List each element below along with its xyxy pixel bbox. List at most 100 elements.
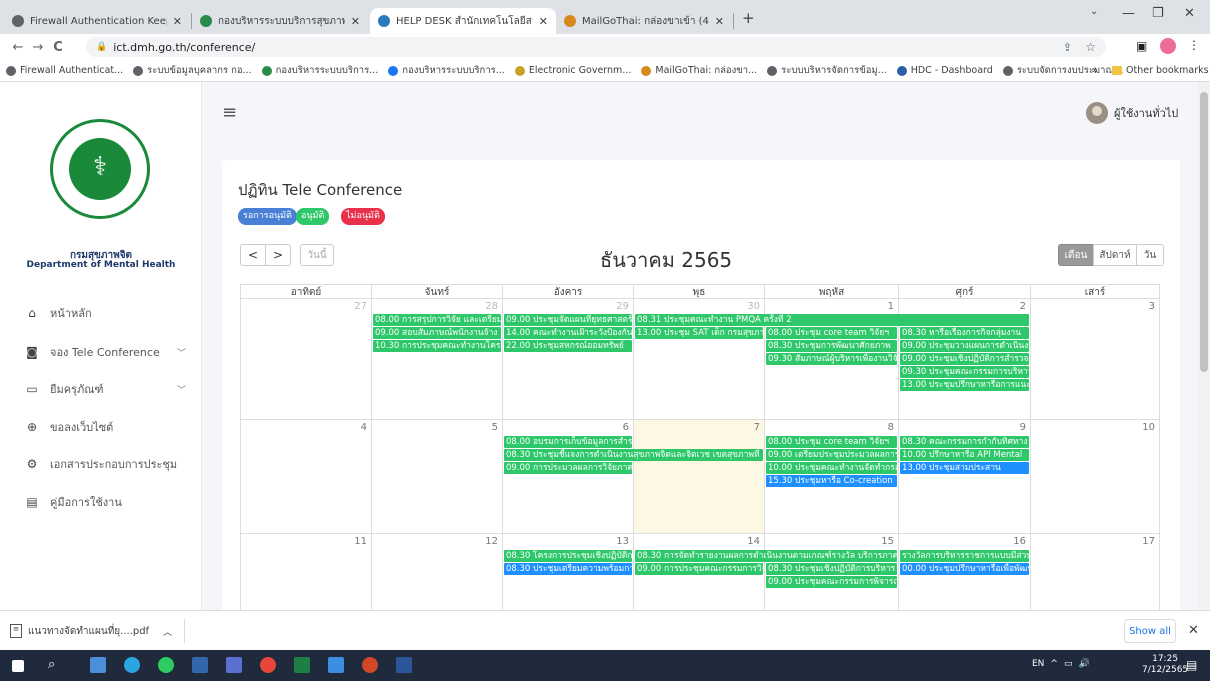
calendar-event[interactable]: 09.00 สอบสัมภาษณ์พนักงานจ้าง — [373, 327, 501, 339]
day-cell[interactable]: 3 — [1031, 298, 1160, 420]
user-menu[interactable]: ผู้ใช้งานทั่วไป — [1086, 102, 1178, 124]
calendar-event[interactable]: 14.00 คณะทำงานเฝ้าระวังป้องกัน — [504, 327, 632, 339]
calendar-event[interactable]: 09.00 เตรียมประชุมประมวลผลการ — [766, 449, 897, 461]
new-tab-button[interactable]: + — [742, 9, 755, 27]
calendar-event[interactable]: 08.30 คณะกรรมการกำกับทิศทาง — [900, 436, 1029, 448]
calendar-event[interactable]: 08.31 ประชุมคณะทำงาน PMQA ครั้งที่ 2 — [635, 314, 1029, 326]
calendar-event[interactable]: 08.30 ประชุมเชิงปฏิบัติการบริหาร — [766, 563, 897, 575]
notification-icon[interactable]: ▤ — [1186, 658, 1197, 672]
word-icon[interactable] — [396, 657, 412, 673]
calendar-event[interactable]: 09.00 ประชุมคณะกรรมการพิจารณา — [766, 576, 897, 588]
calendar-event[interactable]: 15.30 ประชุมหารือ Co-creation — [766, 475, 897, 487]
calendar-event[interactable]: 08.30 ประชุมเตรียมความพร้อมการ — [504, 563, 632, 575]
bookmark-item[interactable]: กองบริหารระบบบริการ... — [261, 63, 378, 78]
day-cell[interactable]: 10 — [1031, 420, 1160, 534]
calendar-event[interactable]: 00.00 ประชุมปรึกษาหารือเพื่อพัฒนา — [900, 563, 1029, 575]
bookmark-item[interactable]: ระบบจัดการงบประมาณ... — [1002, 63, 1123, 78]
other-bookmarks-folder[interactable]: Other bookmarks — [1112, 65, 1209, 76]
browser-tab-active[interactable]: HELP DESK สำนักเทคโนโลยีสารสนเทศ ✕ — [370, 8, 556, 34]
chevron-up-icon[interactable]: ︿ — [163, 625, 172, 638]
tab-search-icon[interactable]: ⌄ — [1090, 6, 1098, 17]
view-day-button[interactable]: วัน — [1136, 244, 1164, 266]
dictionary-icon[interactable] — [192, 657, 208, 673]
calendar-event[interactable]: 08.30 โครงการประชุมเชิงปฏิบัติการ — [504, 550, 632, 562]
start-icon[interactable] — [12, 660, 24, 672]
browser-menu-icon[interactable]: ⋮ — [1188, 38, 1200, 52]
calendar-event[interactable]: 08.30 หารือเรื่องการกิจกลุ่มงาน — [900, 327, 1029, 339]
calendar-event[interactable]: 08.00 การสรุปการวิจัย และเตรียม — [373, 314, 501, 326]
day-cell[interactable]: 7 — [634, 420, 765, 534]
calendar-event[interactable]: 08.00 ประชุม core team วิจัยฯ — [766, 436, 897, 448]
close-tab-icon[interactable]: ✕ — [173, 15, 182, 28]
window-close-icon[interactable]: ✕ — [1184, 6, 1195, 21]
restore-icon[interactable]: ❐ — [1152, 6, 1164, 21]
next-month-button[interactable]: > — [265, 244, 291, 266]
system-clock[interactable]: 17:25 7/12/2565 — [1142, 654, 1188, 676]
bookmarks-more-button[interactable]: » — [1092, 65, 1098, 76]
sidebar-item-website-request[interactable]: ⊕ ขอลงเว็บไซต์ — [26, 418, 186, 436]
app-icon[interactable] — [328, 657, 344, 673]
day-cell[interactable]: 4 — [240, 420, 372, 534]
hamburger-icon[interactable]: ≡ — [222, 102, 237, 123]
line-icon[interactable] — [158, 657, 174, 673]
sidepanel-icon[interactable]: ▣ — [1136, 39, 1147, 53]
today-button[interactable]: วันนี้ — [300, 244, 334, 266]
calendar-event[interactable]: 10.00 ปรึกษาหารือ API Mental — [900, 449, 1029, 461]
calendar-event[interactable]: 08.00 อบรมการเก็บข้อมูลการสำรวจ — [504, 436, 632, 448]
bookmark-item[interactable]: Electronic Governm... — [514, 65, 631, 76]
scrollbar-thumb[interactable] — [1200, 92, 1208, 372]
calendar-event[interactable]: 10.30 การประชุมคณะทำงานโครงการ — [373, 340, 501, 352]
chevron-up-icon[interactable]: ^ — [1050, 659, 1058, 669]
calendar-event[interactable]: 13.00 ประชุมปรึกษาหารือการแนะ — [900, 379, 1029, 391]
address-bar[interactable]: 🔒 ict.dmh.go.th/conference/ ☆ ⇪ — [86, 37, 1106, 57]
browser-tab[interactable]: Firewall Authentication Keepalive ✕ — [4, 8, 190, 34]
sidebar-item-borrow-equipment[interactable]: ▭ ยืมครุภัณฑ์ ﹀ — [26, 380, 186, 398]
bookmark-item[interactable]: กองบริหารระบบบริการ... — [388, 63, 505, 78]
bookmark-item[interactable]: ระบบข้อมูลบุคลากร กอ... — [133, 63, 252, 78]
view-month-button[interactable]: เดือน — [1058, 244, 1094, 266]
calendar-event[interactable]: 08.30 ประชุมการพัฒนาศักยภาพ — [766, 340, 897, 352]
bookmark-item[interactable]: HDC - Dashboard — [896, 65, 993, 76]
bookmark-star-icon[interactable]: ☆ — [1085, 40, 1096, 54]
day-cell[interactable]: 27 — [240, 298, 372, 420]
calendar-event[interactable]: 09.00 การประชุมคณะกรรมการวิจัย — [635, 563, 763, 575]
view-week-button[interactable]: สัปดาห์ — [1093, 244, 1137, 266]
close-download-bar-icon[interactable]: ✕ — [1188, 623, 1199, 638]
show-all-button[interactable]: Show all — [1124, 619, 1176, 643]
download-item[interactable]: ≡ แนวทางจัดทำแผนที่ยุ....pdf ︿ — [10, 619, 186, 643]
file-explorer-icon[interactable] — [90, 657, 106, 673]
forward-icon[interactable]: → — [28, 40, 48, 55]
bookmark-item[interactable]: MailGoThai: กล่องขา... — [641, 63, 757, 78]
calendar-event[interactable]: 09.30 ประชุมคณะกรรมการบริหาร — [900, 366, 1029, 378]
search-icon[interactable]: ⌕ — [48, 657, 55, 672]
bookmark-item[interactable]: Firewall Authenticat... — [6, 65, 123, 76]
day-cell[interactable]: 11 — [240, 534, 372, 610]
sidebar-item-manual[interactable]: ▤ คู่มือการใช้งาน — [26, 493, 186, 511]
calendar-event[interactable]: รางวัลการบริหารราชการแบบมีส่วนร่วม — [900, 550, 1029, 562]
browser-tab[interactable]: กองบริหารระบบบริการสุขภาพจิต ✕ — [192, 8, 368, 34]
back-icon[interactable]: ← — [8, 40, 28, 55]
day-cell[interactable]: 12 — [372, 534, 503, 610]
app-icon[interactable] — [226, 657, 242, 673]
volume-icon[interactable]: 🔊 — [1078, 659, 1089, 669]
page-scrollbar[interactable] — [1198, 82, 1210, 610]
sidebar-item-home[interactable]: ⌂ หน้าหลัก — [26, 304, 186, 322]
powerpoint-icon[interactable] — [362, 657, 378, 673]
calendar-event[interactable]: 13.00 ประชุมสามประสาน — [900, 462, 1029, 474]
calendar-event[interactable]: 09.00 ประชุมวางแผนการดำเนินงาน — [900, 340, 1029, 352]
prev-month-button[interactable]: < — [240, 244, 266, 266]
calendar-event[interactable]: 22.00 ประชุมสหกรณ์ออมทรัพย์ — [504, 340, 632, 352]
excel-icon[interactable] — [294, 657, 310, 673]
calendar-event[interactable]: 09.00 ประชุมจัดแผนที่ยุทธศาสตร์ — [504, 314, 632, 326]
edge-icon[interactable] — [124, 657, 140, 673]
network-icon[interactable]: ▭ — [1064, 659, 1073, 669]
share-icon[interactable]: ⇪ — [1063, 41, 1072, 54]
day-cell[interactable]: 17 — [1031, 534, 1160, 610]
profile-avatar[interactable] — [1160, 38, 1176, 54]
calendar-event[interactable]: 09.00 ประชุมเชิงปฏิบัติการสำรวจ — [900, 353, 1029, 365]
calendar-event[interactable]: 08.00 ประชุม core team วิจัยฯ — [766, 327, 897, 339]
calendar-event[interactable]: 09.30 สัมภาษณ์ผู้บริหารเพื่องานวิจัย — [766, 353, 897, 365]
calendar-event[interactable]: 13.00 ประชุม SAT เด็ก กรมสุขภาพจิต — [635, 327, 763, 339]
bookmark-item[interactable]: ระบบบริหารจัดการข้อมู... — [767, 63, 887, 78]
calendar-event[interactable]: 08.30 ประชุมชี้แจงการดำเนินงานสุขภาพจิตแ… — [504, 449, 763, 461]
